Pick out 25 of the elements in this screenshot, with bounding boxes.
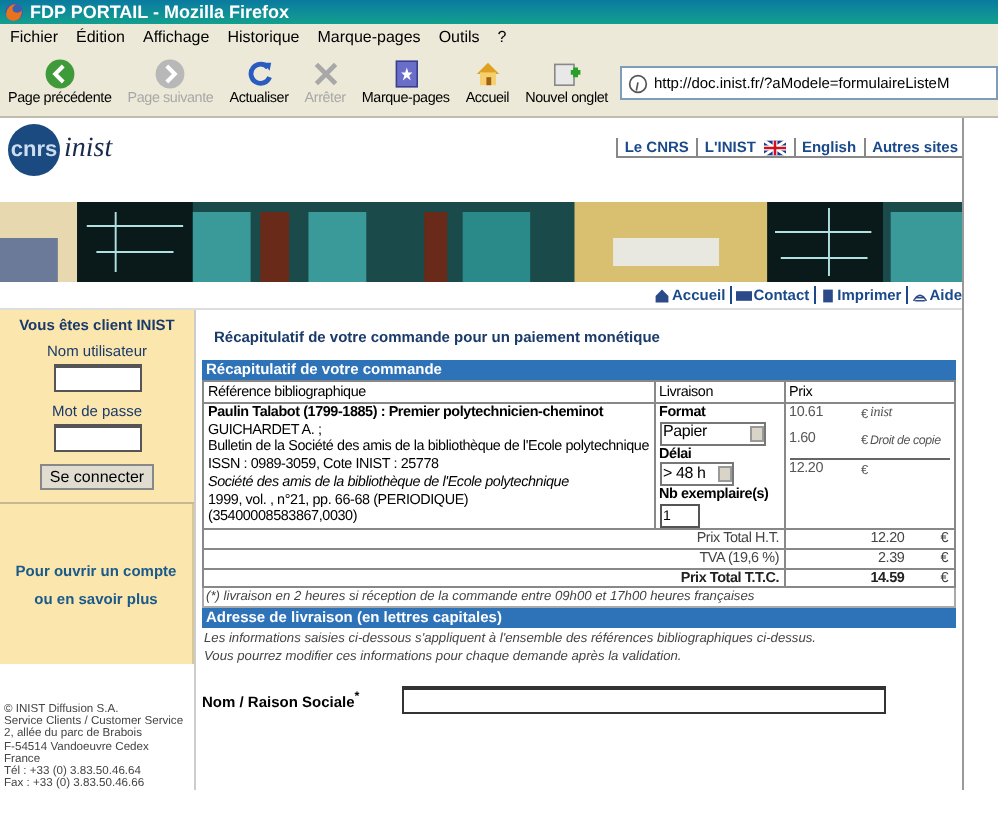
menu-item[interactable]: Historique: [227, 28, 300, 46]
stop-icon: [309, 58, 342, 91]
login-button[interactable]: Se connecter: [39, 464, 155, 490]
menu-item[interactable]: Fichier: [10, 28, 59, 46]
home-icon: [471, 58, 504, 91]
info-icon: [627, 73, 648, 93]
username-field[interactable]: [53, 364, 141, 392]
window-title: FDP PORTAIL - Mozilla Firefox: [30, 2, 290, 22]
printer-icon: [819, 287, 836, 303]
new-tab-icon: [550, 58, 583, 91]
delay-select[interactable]: > 48 h: [659, 462, 734, 487]
firefox-icon: [4, 2, 24, 22]
menu-item[interactable]: Affichage: [142, 28, 210, 46]
reload-icon: [243, 58, 275, 91]
logo-badge[interactable]: cnrs: [8, 124, 60, 176]
logo-text: inist: [64, 134, 113, 166]
menu-item[interactable]: ?: [497, 28, 507, 46]
format-select[interactable]: Papier: [659, 421, 766, 446]
input-field[interactable]: [402, 686, 886, 715]
menu-item[interactable]: Édition: [76, 28, 125, 46]
house-icon: [654, 287, 671, 303]
menu-item[interactable]: Marque-pages: [317, 28, 421, 46]
password-field[interactable]: [53, 424, 141, 452]
envelope-icon: [735, 287, 752, 303]
menu-item[interactable]: Outils: [438, 28, 480, 46]
